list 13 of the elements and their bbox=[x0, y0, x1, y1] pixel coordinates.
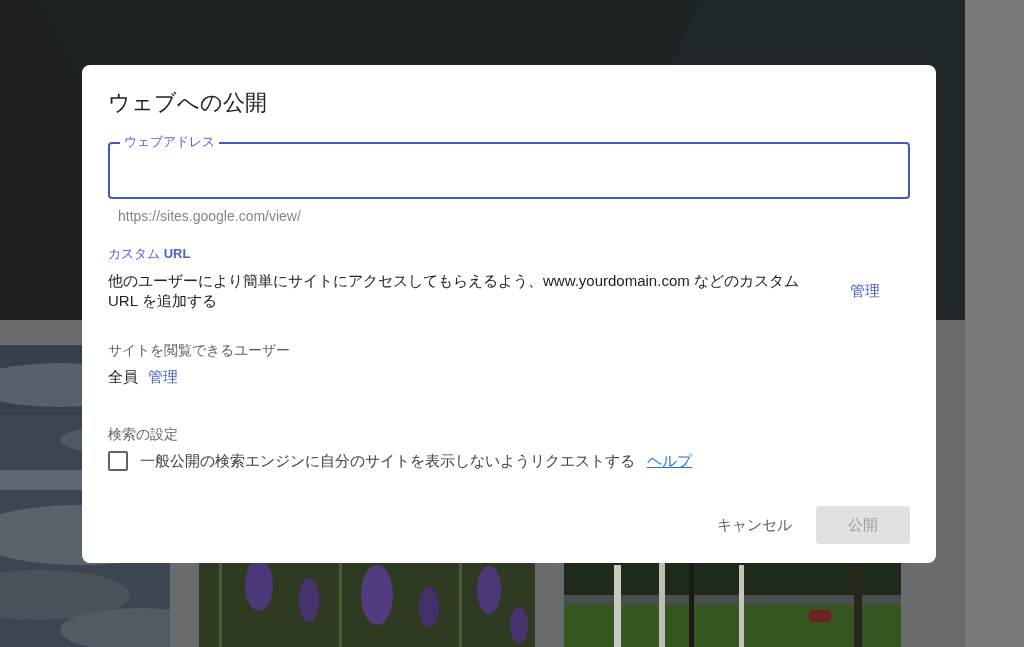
manage-link[interactable]: 管理 bbox=[850, 281, 880, 301]
section-heading: サイトを閲覧できるユーザー bbox=[108, 341, 290, 359]
helper-text: https://sites.google.com/view/ bbox=[118, 207, 301, 225]
viewer-value: 全員 bbox=[108, 367, 138, 387]
checkbox-label: 一般公開の検索エンジンに自分のサイトを表示しないようリクエストする bbox=[140, 451, 635, 471]
checkbox[interactable] bbox=[108, 451, 128, 471]
description-text: 他のユーザーにより簡単にサイトにアクセスしてもらえるよう、www.yourdomain.com などのカスタム URL を追加する bbox=[108, 271, 800, 311]
dialog-title: ウェブへの公開 bbox=[108, 89, 268, 117]
section-heading: カスタム URL bbox=[108, 245, 191, 263]
cancel-button[interactable]: キャンセル bbox=[709, 506, 800, 544]
section-heading: 検索の設定 bbox=[108, 425, 178, 443]
help-link[interactable]: ヘルプ bbox=[647, 451, 692, 471]
manage-link[interactable]: 管理 bbox=[148, 367, 178, 387]
